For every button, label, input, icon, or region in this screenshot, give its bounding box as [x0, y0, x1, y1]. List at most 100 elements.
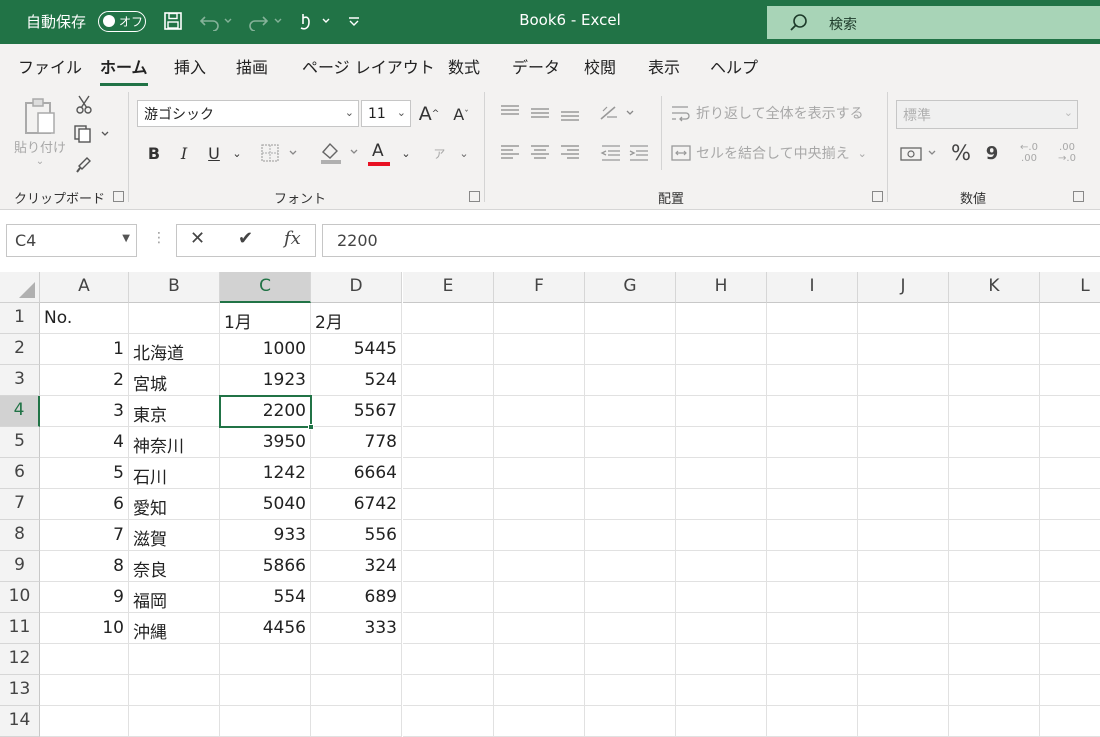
cell-l3[interactable]	[1040, 365, 1100, 396]
row-header-11[interactable]: 11	[0, 613, 40, 644]
cell-j14[interactable]	[858, 706, 949, 737]
cell-l8[interactable]	[1040, 520, 1100, 551]
cell-e9[interactable]	[403, 551, 494, 582]
cell-e5[interactable]	[403, 427, 494, 458]
cell-i13[interactable]	[767, 675, 858, 706]
cell-e10[interactable]	[403, 582, 494, 613]
cell-c7[interactable]: 5040	[220, 489, 311, 520]
cell-j8[interactable]	[858, 520, 949, 551]
cell-b2[interactable]: 北海道	[129, 334, 220, 365]
cell-a11[interactable]: 10	[40, 613, 129, 644]
fill-handle[interactable]	[308, 424, 314, 430]
cell-a2[interactable]: 1	[40, 334, 129, 365]
underline-button[interactable]: U	[204, 140, 224, 166]
cell-l2[interactable]	[1040, 334, 1100, 365]
cell-i7[interactable]	[767, 489, 858, 520]
cell-g5[interactable]	[585, 427, 676, 458]
row-header-14[interactable]: 14	[0, 706, 40, 737]
name-box[interactable]: C4 ▼	[6, 224, 137, 257]
cell-f6[interactable]	[494, 458, 585, 489]
cell-a10[interactable]: 9	[40, 582, 129, 613]
bold-button[interactable]: B	[144, 140, 164, 166]
cell-g11[interactable]	[585, 613, 676, 644]
decrease-decimal-button[interactable]: .00 →.0	[1050, 138, 1084, 168]
copy-icon[interactable]	[70, 122, 114, 146]
cancel-icon[interactable]: ✕	[190, 228, 205, 249]
cell-g6[interactable]	[585, 458, 676, 489]
tab-file[interactable]: ファイル	[18, 54, 82, 78]
cell-l9[interactable]	[1040, 551, 1100, 582]
cell-c1[interactable]: 1月	[220, 303, 311, 334]
indent-icons[interactable]	[596, 140, 656, 166]
column-header-j[interactable]: J	[858, 272, 949, 303]
cell-g3[interactable]	[585, 365, 676, 396]
cell-h4[interactable]	[676, 396, 767, 427]
cell-e8[interactable]	[403, 520, 494, 551]
percent-style-button[interactable]: %	[948, 138, 974, 168]
italic-button[interactable]: I	[174, 140, 194, 166]
cell-c5[interactable]: 3950	[220, 427, 311, 458]
cell-a13[interactable]	[40, 675, 129, 706]
cell-i12[interactable]	[767, 644, 858, 675]
cell-d11[interactable]: 333	[311, 613, 402, 644]
cell-l1[interactable]	[1040, 303, 1100, 334]
vertical-align-icons[interactable]	[496, 100, 584, 126]
cell-b14[interactable]	[129, 706, 220, 737]
cell-b3[interactable]: 宮城	[129, 365, 220, 396]
clipboard-dialog-launcher-icon[interactable]	[113, 191, 124, 202]
tab-insert[interactable]: 挿入	[174, 54, 206, 78]
cell-f11[interactable]	[494, 613, 585, 644]
column-header-i[interactable]: I	[767, 272, 858, 303]
column-header-a[interactable]: A	[40, 272, 129, 303]
cell-i4[interactable]	[767, 396, 858, 427]
number-dialog-launcher-icon[interactable]	[1073, 191, 1084, 202]
cell-g9[interactable]	[585, 551, 676, 582]
search-box[interactable]: 検索	[767, 6, 1100, 39]
select-all-button[interactable]	[0, 272, 40, 303]
cell-b12[interactable]	[129, 644, 220, 675]
cell-l11[interactable]	[1040, 613, 1100, 644]
column-header-g[interactable]: G	[585, 272, 676, 303]
font-color-dropdown-icon[interactable]: ⌄	[398, 140, 414, 166]
cell-j4[interactable]	[858, 396, 949, 427]
cell-e7[interactable]	[403, 489, 494, 520]
cell-a14[interactable]	[40, 706, 129, 737]
cell-l13[interactable]	[1040, 675, 1100, 706]
cell-h8[interactable]	[676, 520, 767, 551]
cell-c10[interactable]: 554	[220, 582, 311, 613]
underline-dropdown-icon[interactable]: ⌄	[228, 140, 246, 166]
font-size-combo[interactable]: 11 ⌄	[361, 100, 411, 127]
cell-b7[interactable]: 愛知	[129, 489, 220, 520]
cut-icon[interactable]	[72, 92, 96, 116]
orientation-icon[interactable]	[596, 100, 640, 126]
cell-g1[interactable]	[585, 303, 676, 334]
tab-view[interactable]: 表示	[648, 54, 680, 78]
fill-color-icon[interactable]	[318, 138, 364, 168]
paste-button[interactable]: 貼り付け ⌄	[12, 92, 68, 172]
cell-j7[interactable]	[858, 489, 949, 520]
cell-g2[interactable]	[585, 334, 676, 365]
cell-k10[interactable]	[949, 582, 1040, 613]
cell-g14[interactable]	[585, 706, 676, 737]
cell-c9[interactable]: 5866	[220, 551, 311, 582]
tab-data[interactable]: データ	[512, 54, 560, 78]
cell-d6[interactable]: 6664	[311, 458, 402, 489]
cell-i6[interactable]	[767, 458, 858, 489]
tab-formulas[interactable]: 数式	[448, 54, 480, 78]
cell-f2[interactable]	[494, 334, 585, 365]
row-header-2[interactable]: 2	[0, 334, 40, 365]
cell-h14[interactable]	[676, 706, 767, 737]
cell-a6[interactable]: 5	[40, 458, 129, 489]
tab-review[interactable]: 校閲	[584, 54, 616, 78]
cell-h11[interactable]	[676, 613, 767, 644]
cell-k4[interactable]	[949, 396, 1040, 427]
row-header-1[interactable]: 1	[0, 303, 40, 334]
cell-b6[interactable]: 石川	[129, 458, 220, 489]
cell-g10[interactable]	[585, 582, 676, 613]
cell-h5[interactable]	[676, 427, 767, 458]
cell-j6[interactable]	[858, 458, 949, 489]
cell-e4[interactable]	[403, 396, 494, 427]
column-header-e[interactable]: E	[403, 272, 494, 303]
cell-h10[interactable]	[676, 582, 767, 613]
cell-b11[interactable]: 沖縄	[129, 613, 220, 644]
